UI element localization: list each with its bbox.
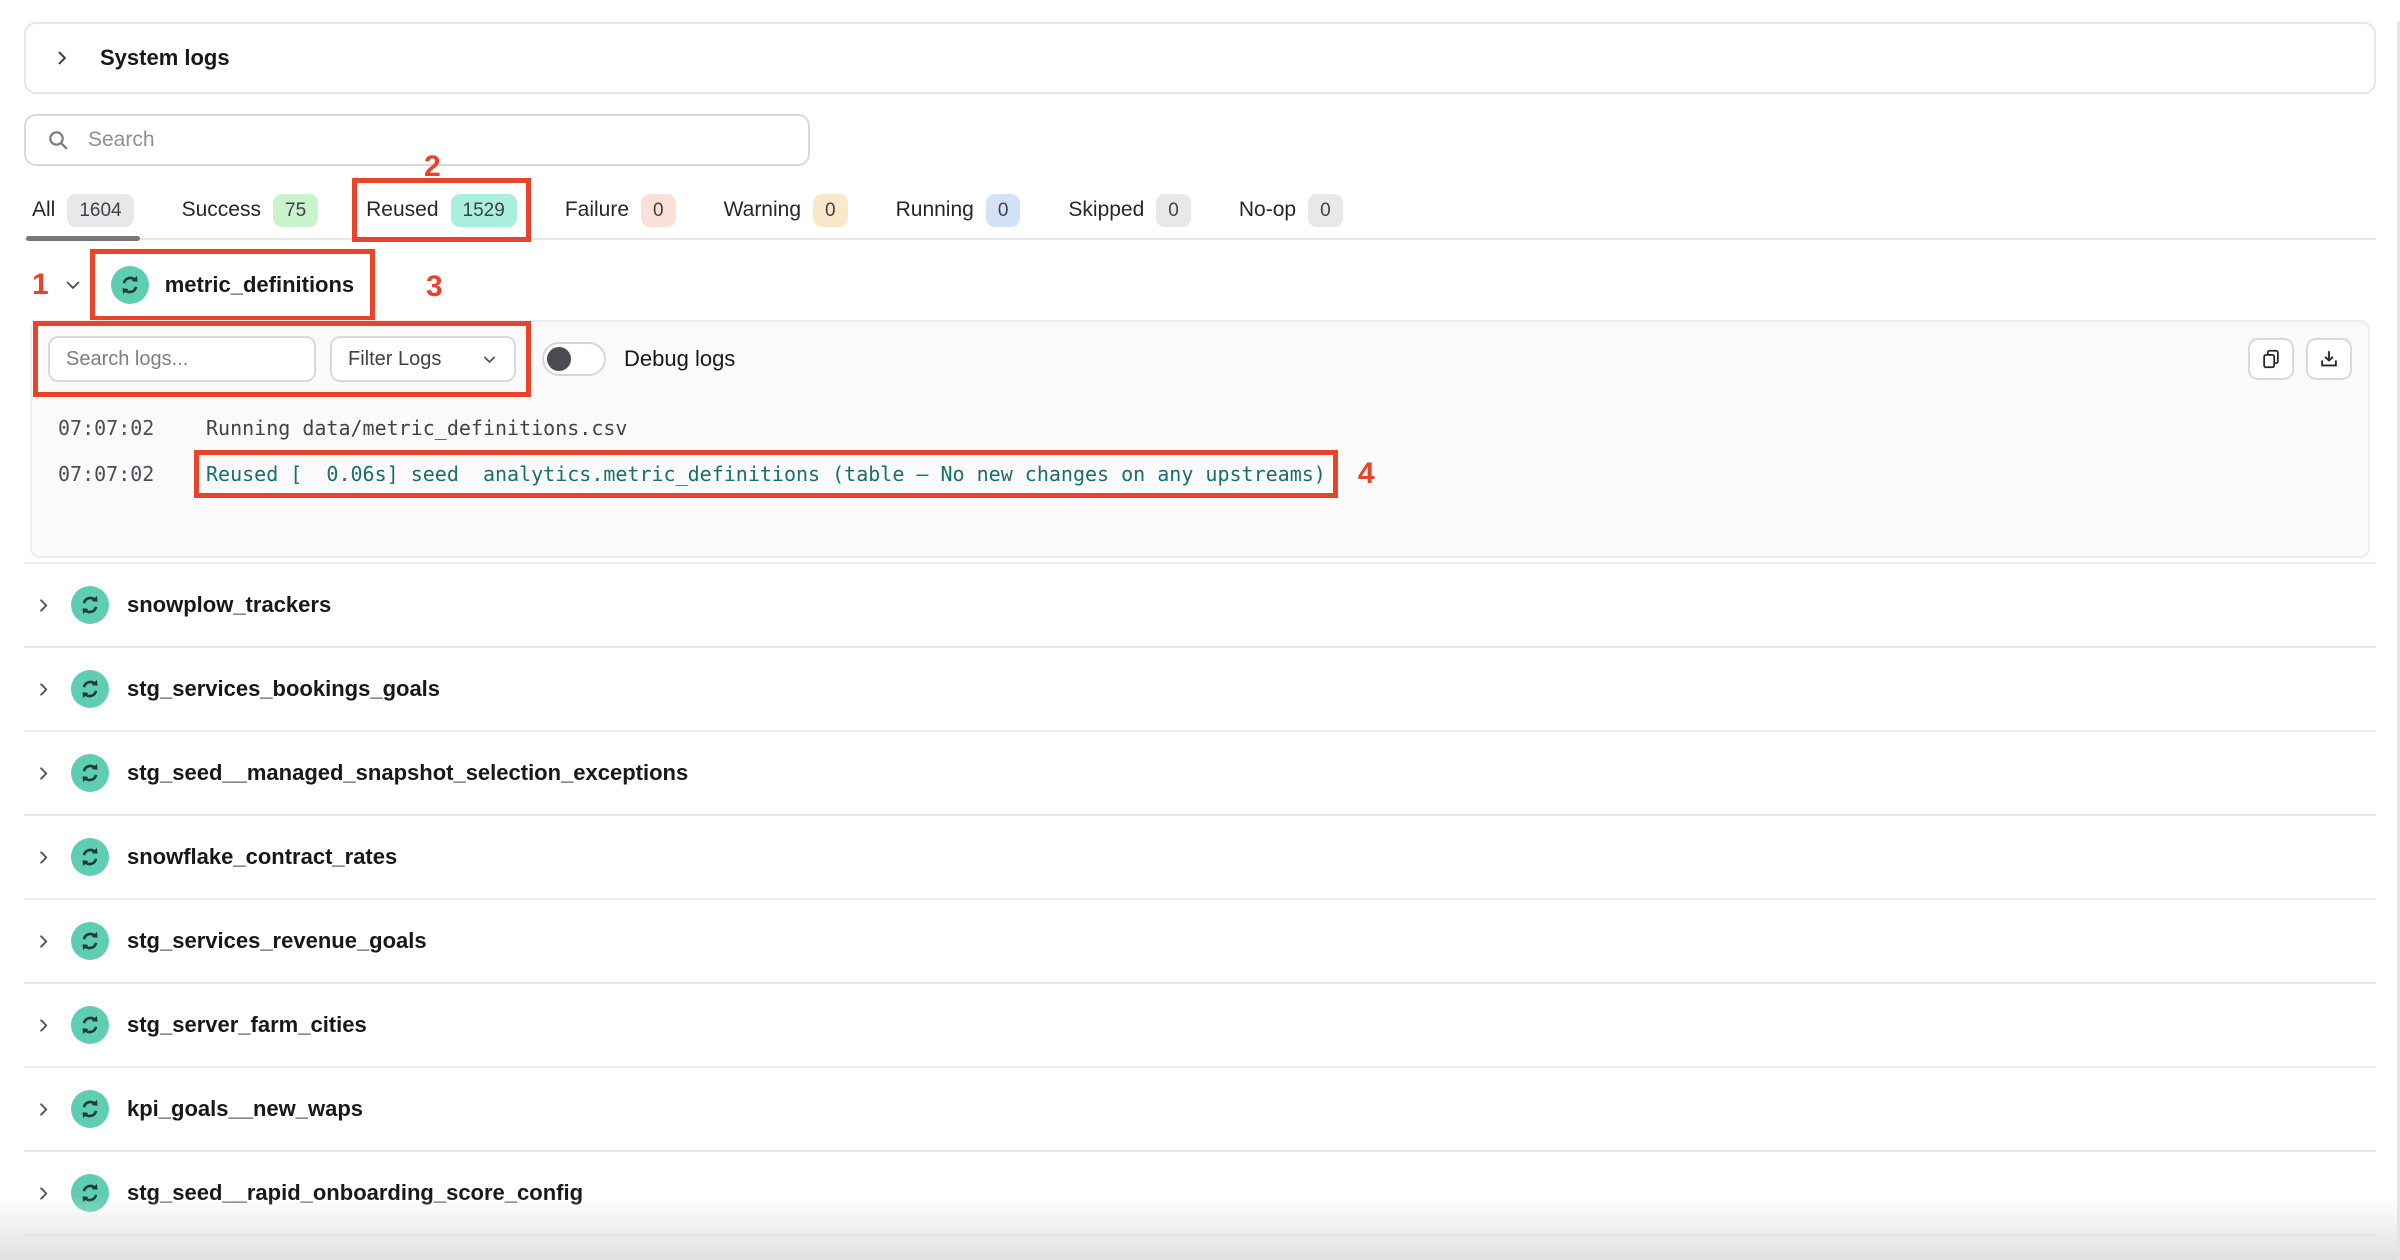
sync-reused-icon <box>71 670 109 708</box>
tab-running[interactable]: Running 0 <box>896 192 1021 228</box>
status-tabs: 2 All 1604 Success 75 Reused 1529 Failur… <box>24 192 2376 240</box>
chevron-down-icon[interactable] <box>63 275 83 295</box>
copy-logs-button[interactable] <box>2248 338 2294 380</box>
annotation-box-4: Reused [ 0.06s] seed analytics.metric_de… <box>206 462 1326 486</box>
chevron-down-icon <box>481 351 498 368</box>
tab-label: All <box>32 198 55 222</box>
copy-icon <box>2260 348 2282 370</box>
list-item-snowflake-contract-rates[interactable]: snowflake_contract_rates <box>24 816 2376 900</box>
sync-reused-icon <box>71 754 109 792</box>
list-item-kpi-goals-new-waps[interactable]: kpi_goals__new_waps <box>24 1068 2376 1152</box>
chevron-right-icon <box>34 764 53 783</box>
tab-skipped[interactable]: Skipped 0 <box>1068 192 1190 228</box>
toggle-knob <box>547 347 571 371</box>
filter-logs-label: Filter Logs <box>348 348 441 371</box>
annotation-label-4: 4 <box>1358 457 1375 491</box>
log-panel: 3 Filter Logs Debug logs <box>30 320 2370 558</box>
chevron-right-icon <box>34 1016 53 1035</box>
page-title: System logs <box>100 45 230 71</box>
list-item-stg-services-bookings-goals[interactable]: stg_services_bookings_goals <box>24 648 2376 732</box>
search-icon <box>46 128 70 152</box>
sync-reused-icon <box>71 1174 109 1212</box>
log-output: 07:07:02 Running data/metric_definitions… <box>48 408 2352 494</box>
search-box[interactable] <box>24 114 810 166</box>
download-logs-button[interactable] <box>2306 338 2352 380</box>
tab-label: Running <box>896 198 974 222</box>
chevron-right-icon <box>34 680 53 699</box>
log-item-name: kpi_goals__new_waps <box>127 1096 363 1122</box>
annotation-label-3: 3 <box>426 270 443 304</box>
log-item-name: stg_services_revenue_goals <box>127 928 427 954</box>
tab-count-badge: 1529 <box>451 194 517 227</box>
tab-count-badge: 0 <box>986 194 1021 227</box>
tab-count-badge: 0 <box>641 194 676 227</box>
tab-label: Skipped <box>1068 198 1144 222</box>
sync-reused-icon <box>71 1090 109 1128</box>
tab-count-badge: 0 <box>1156 194 1191 227</box>
tab-label: Failure <box>565 198 629 222</box>
sync-reused-icon <box>71 586 109 624</box>
log-timestamp: 07:07:02 <box>58 416 176 440</box>
system-logs-header[interactable]: System logs <box>24 22 2376 94</box>
download-icon <box>2318 348 2340 370</box>
log-timestamp: 07:07:02 <box>58 462 176 486</box>
chevron-right-icon <box>34 596 53 615</box>
tab-warning[interactable]: Warning 0 <box>724 192 848 228</box>
tab-label: Reused <box>366 198 438 222</box>
sync-reused-icon <box>71 922 109 960</box>
filter-logs-dropdown[interactable]: Filter Logs <box>330 336 516 382</box>
log-items-list: snowplow_trackers stg_services_bookings_… <box>24 562 2376 1236</box>
log-line: 07:07:02 Running data/metric_definitions… <box>48 408 2352 448</box>
tab-label: Success <box>182 198 261 222</box>
chevron-right-icon <box>34 848 53 867</box>
chevron-right-icon <box>34 1184 53 1203</box>
log-item-name: stg_server_farm_cities <box>127 1012 367 1038</box>
chevron-right-icon <box>34 932 53 951</box>
list-item-stg-seed-managed-snapshot-selection-exceptions[interactable]: stg_seed__managed_snapshot_selection_exc… <box>24 732 2376 816</box>
sync-reused-icon <box>71 1006 109 1044</box>
list-item-stg-server-farm-cities[interactable]: stg_server_farm_cities <box>24 984 2376 1068</box>
log-item-name: stg_seed__managed_snapshot_selection_exc… <box>127 760 688 786</box>
list-item-stg-services-revenue-goals[interactable]: stg_services_revenue_goals <box>24 900 2376 984</box>
sync-reused-icon <box>71 838 109 876</box>
expanded-log-item-header: 1 metric_definitions <box>24 256 2376 314</box>
log-item-name: metric_definitions <box>165 272 354 298</box>
chevron-right-icon <box>34 1100 53 1119</box>
annotation-label-2: 2 <box>424 150 441 184</box>
list-item-stg-seed-rapid-onboarding-score-config[interactable]: stg_seed__rapid_onboarding_score_config <box>24 1152 2376 1236</box>
tab-success[interactable]: Success 75 <box>182 192 319 228</box>
log-item-name: snowplow_trackers <box>127 592 331 618</box>
tab-label: Warning <box>724 198 801 222</box>
annotation-box-1[interactable]: metric_definitions <box>97 256 368 314</box>
tab-count-badge: 0 <box>1308 194 1343 227</box>
tab-all[interactable]: All 1604 <box>32 192 134 228</box>
log-search-input[interactable] <box>48 336 316 382</box>
log-item-name: stg_services_bookings_goals <box>127 676 440 702</box>
annotation-label-1: 1 <box>32 268 49 302</box>
annotation-box-3: Filter Logs <box>48 336 516 382</box>
tab-label: No-op <box>1239 198 1296 222</box>
log-toolbar <box>2248 338 2352 380</box>
tab-noop[interactable]: No-op 0 <box>1239 192 1343 228</box>
list-item-snowplow-trackers[interactable]: snowplow_trackers <box>24 564 2376 648</box>
log-line: 07:07:02 Reused [ 0.06s] seed analytics.… <box>48 454 2352 494</box>
chevron-right-icon[interactable] <box>52 48 72 68</box>
log-item-name: snowflake_contract_rates <box>127 844 397 870</box>
tab-count-badge: 0 <box>813 194 848 227</box>
tab-count-badge: 75 <box>273 194 318 227</box>
log-controls: Filter Logs Debug logs <box>48 336 2352 382</box>
debug-logs-label: Debug logs <box>624 346 735 372</box>
tab-reused[interactable]: Reused 1529 <box>366 192 517 228</box>
sync-reused-icon <box>111 266 149 304</box>
tab-count-badge: 1604 <box>67 194 133 227</box>
tab-failure[interactable]: Failure 0 <box>565 192 676 228</box>
debug-logs-toggle[interactable] <box>542 342 606 376</box>
log-item-name: stg_seed__rapid_onboarding_score_config <box>127 1180 583 1206</box>
log-message: Running data/metric_definitions.csv <box>206 416 627 440</box>
